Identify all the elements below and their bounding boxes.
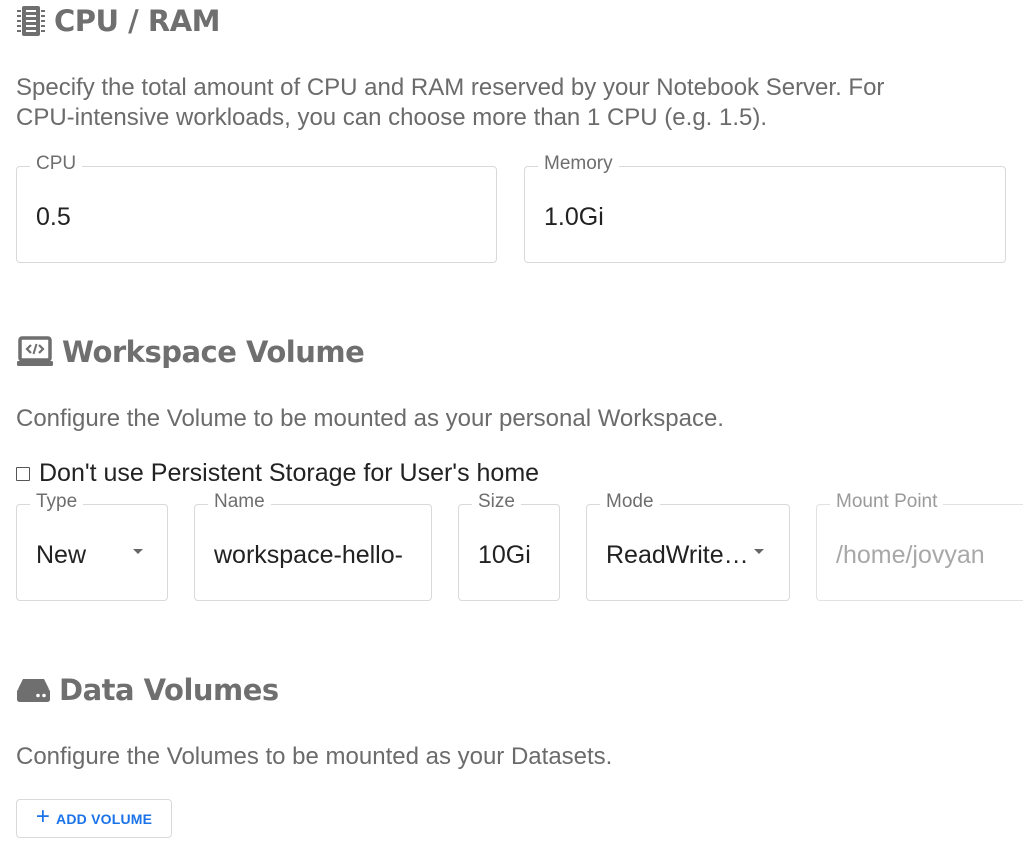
cpu-ram-description: Specify the total amount of CPU and RAM … bbox=[16, 74, 885, 131]
add-volume-label: ADD VOLUME bbox=[56, 810, 153, 827]
memory-input[interactable]: 1.0Gi bbox=[544, 203, 604, 232]
cpu-ram-heading: CPU / RAM bbox=[16, 4, 221, 38]
data-volumes-title: Data Volumes bbox=[59, 673, 279, 707]
mount-point-label: Mount Point bbox=[830, 491, 944, 513]
cpu-field[interactable]: CPU 0.5 bbox=[16, 153, 497, 263]
hard-drive-icon bbox=[16, 675, 51, 705]
mode-value[interactable]: ReadWrite… bbox=[606, 541, 751, 570]
no-persistent-storage-checkbox[interactable] bbox=[16, 466, 30, 481]
notebook-form: CPU / RAM Specify the total amount of CP… bbox=[0, 0, 1023, 849]
chevron-down-icon[interactable] bbox=[754, 549, 764, 554]
cpu-label: CPU bbox=[30, 153, 83, 175]
workspace-volume-title: Workspace Volume bbox=[62, 335, 365, 369]
no-persistent-storage-option[interactable]: Don't use Persistent Storage for User's … bbox=[16, 459, 539, 488]
cpu-input[interactable]: 0.5 bbox=[36, 203, 71, 232]
mount-point-input: /home/jovyan bbox=[836, 541, 985, 569]
size-input[interactable]: 10Gi bbox=[478, 541, 531, 570]
size-label: Size bbox=[472, 491, 521, 513]
type-value[interactable]: New bbox=[36, 541, 86, 570]
name-input[interactable]: workspace-hello- bbox=[214, 541, 418, 570]
type-select[interactable]: Type New bbox=[16, 491, 168, 601]
workspace-description: Configure the Volume to be mounted as yo… bbox=[16, 405, 724, 432]
name-label: Name bbox=[208, 491, 271, 513]
type-label: Type bbox=[30, 491, 84, 513]
mode-label: Mode bbox=[600, 491, 660, 513]
chip-icon bbox=[16, 5, 46, 37]
memory-field[interactable]: Memory 1.0Gi bbox=[524, 153, 1006, 263]
chevron-down-icon[interactable] bbox=[133, 549, 143, 554]
plus-icon: + bbox=[35, 803, 51, 830]
no-persistent-storage-label: Don't use Persistent Storage for User's … bbox=[39, 459, 540, 487]
name-field[interactable]: Name workspace-hello- bbox=[194, 491, 432, 601]
mode-select[interactable]: Mode ReadWrite… bbox=[586, 491, 790, 601]
data-volumes-description: Configure the Volumes to be mounted as y… bbox=[16, 743, 613, 770]
memory-label: Memory bbox=[538, 153, 619, 175]
cpu-ram-title: CPU / RAM bbox=[54, 4, 221, 38]
size-field[interactable]: Size 10Gi bbox=[458, 491, 560, 601]
add-volume-button[interactable]: + ADD VOLUME bbox=[16, 799, 172, 838]
mount-point-field: Mount Point /home/jovyan bbox=[816, 491, 1023, 601]
data-volumes-heading: Data Volumes bbox=[16, 673, 279, 707]
laptop-code-icon bbox=[16, 336, 54, 368]
workspace-volume-heading: Workspace Volume bbox=[16, 335, 365, 369]
